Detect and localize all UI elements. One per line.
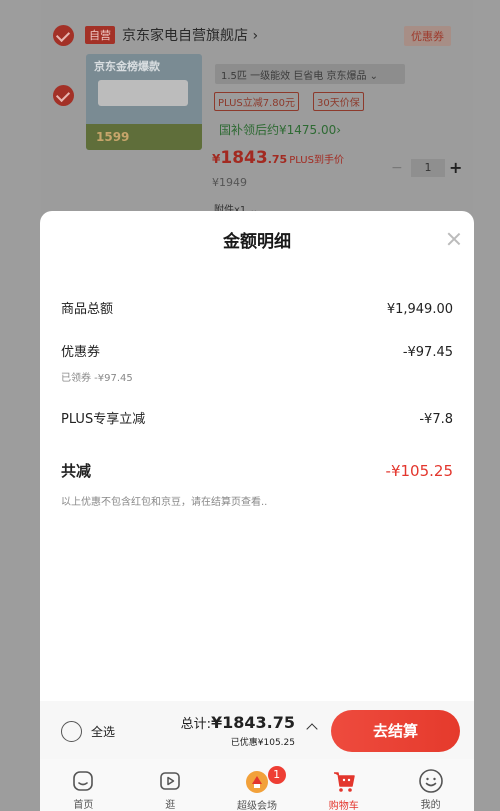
radio-icon[interactable] <box>61 721 82 742</box>
total-line: 总计:¥1843.75 <box>180 713 295 732</box>
tab-label: 我的 <box>420 800 441 811</box>
item-check-icon[interactable] <box>53 85 74 106</box>
row-label: 商品总额 <box>61 302 114 317</box>
shop-coupon-button[interactable]: 优惠券 <box>404 26 451 46</box>
row-label: 共减 <box>61 462 92 480</box>
tab-super-venue[interactable]: 1 超级会场 <box>214 759 301 811</box>
row-total-reduction: 共减 -¥105.25 <box>61 460 453 481</box>
shop-name[interactable]: 京东家电自营旗舰店 › <box>122 25 258 45</box>
row-plus-discount: PLUS专享立减 -¥7.8 <box>61 408 453 427</box>
plus-price-label: PLUS到手价 <box>289 155 344 166</box>
quantity-stepper: − 1 + <box>391 158 465 177</box>
item-price: ¥1843.75 PLUS到手价 <box>212 148 344 168</box>
tab-browse[interactable]: 逛 <box>127 759 214 811</box>
shop-check-icon[interactable] <box>53 24 74 46</box>
venue-icon <box>243 767 271 795</box>
price-decimal: .75 <box>267 153 288 166</box>
tab-label: 超级会场 <box>236 801 277 811</box>
row-label: PLUS专享立减 <box>61 412 146 427</box>
close-icon[interactable] <box>446 231 462 247</box>
product-image-price: 1599 <box>96 130 130 144</box>
tab-mine[interactable]: 我的 <box>387 759 474 811</box>
row-goods-total: 商品总额 ¥1,949.00 <box>61 298 453 317</box>
tab-cart[interactable]: 购物车 <box>300 759 387 811</box>
cart-shop-card: 自营 京东家电自营旗舰店 › 优惠券 京东金榜爆款 1599 1.5匹 一级能效… <box>41 0 473 240</box>
price-integer: 1843 <box>220 148 268 168</box>
select-all-label: 全选 <box>91 725 116 739</box>
total-amount: ¥1843.75 <box>210 713 295 732</box>
select-all-toggle[interactable]: 全选 <box>61 721 115 742</box>
chevron-up-icon[interactable] <box>306 723 318 735</box>
row-value: ¥1,949.00 <box>386 302 453 317</box>
quantity-input[interactable]: 1 <box>411 158 445 177</box>
row-label: 优惠券 <box>61 345 101 360</box>
notification-badge: 1 <box>267 766 286 784</box>
saved-amount: 已优惠¥105.25 <box>230 738 295 748</box>
tab-bar: 首页 逛 1 超级会场 购物车 我的 <box>40 759 474 811</box>
original-price: ¥1949 <box>212 176 247 189</box>
shop-header[interactable]: 自营 京东家电自营旗舰店 › <box>53 22 258 48</box>
spec-selector[interactable]: 1.5匹 一级能效 巨省电 京东爆品 ⌄ <box>215 64 405 84</box>
air-conditioner-graphic <box>98 80 188 106</box>
checkout-bar: 全选 总计:¥1843.75 已优惠¥105.25 去结算 <box>40 701 474 759</box>
subsidy-link[interactable]: 国补领后约¥1475.00› <box>219 121 341 138</box>
smile-icon <box>417 767 445 794</box>
total-label: 总计: <box>180 717 211 732</box>
self-operated-badge: 自营 <box>85 26 115 44</box>
decrease-button[interactable]: − <box>391 160 407 176</box>
row-coupon: 优惠券 -¥97.45 <box>61 341 453 360</box>
row-value: -¥105.25 <box>385 462 453 480</box>
home-icon <box>69 767 97 794</box>
row-value: -¥97.45 <box>402 345 453 360</box>
cart-icon <box>330 767 358 795</box>
discount-note: 以上优惠不包含红包和京豆，请在结算页查看.. <box>61 497 268 508</box>
price-guarantee-tag: 30天价保 <box>313 92 364 111</box>
amount-detail-sheet: 金额明细 商品总额 ¥1,949.00 优惠券 -¥97.45 已领券 -¥97… <box>40 211 474 701</box>
total-block[interactable]: 总计:¥1843.75 已优惠¥105.25 <box>180 713 295 748</box>
product-image-promo: 京东金榜爆款 <box>94 60 160 73</box>
play-icon <box>156 767 184 794</box>
checkout-button[interactable]: 去结算 <box>331 710 460 752</box>
row-value: -¥7.8 <box>419 412 453 427</box>
tab-home[interactable]: 首页 <box>40 759 127 811</box>
increase-button[interactable]: + <box>449 158 465 177</box>
product-image[interactable]: 京东金榜爆款 1599 <box>86 54 202 150</box>
plus-discount-tag: PLUS立减7.80元 <box>214 92 300 111</box>
coupon-claimed-note: 已领券 -¥97.45 <box>61 373 133 384</box>
tab-label: 逛 <box>165 800 176 811</box>
tab-label: 首页 <box>73 800 94 811</box>
sheet-title: 金额明细 <box>223 232 291 252</box>
tab-label: 购物车 <box>328 801 359 811</box>
